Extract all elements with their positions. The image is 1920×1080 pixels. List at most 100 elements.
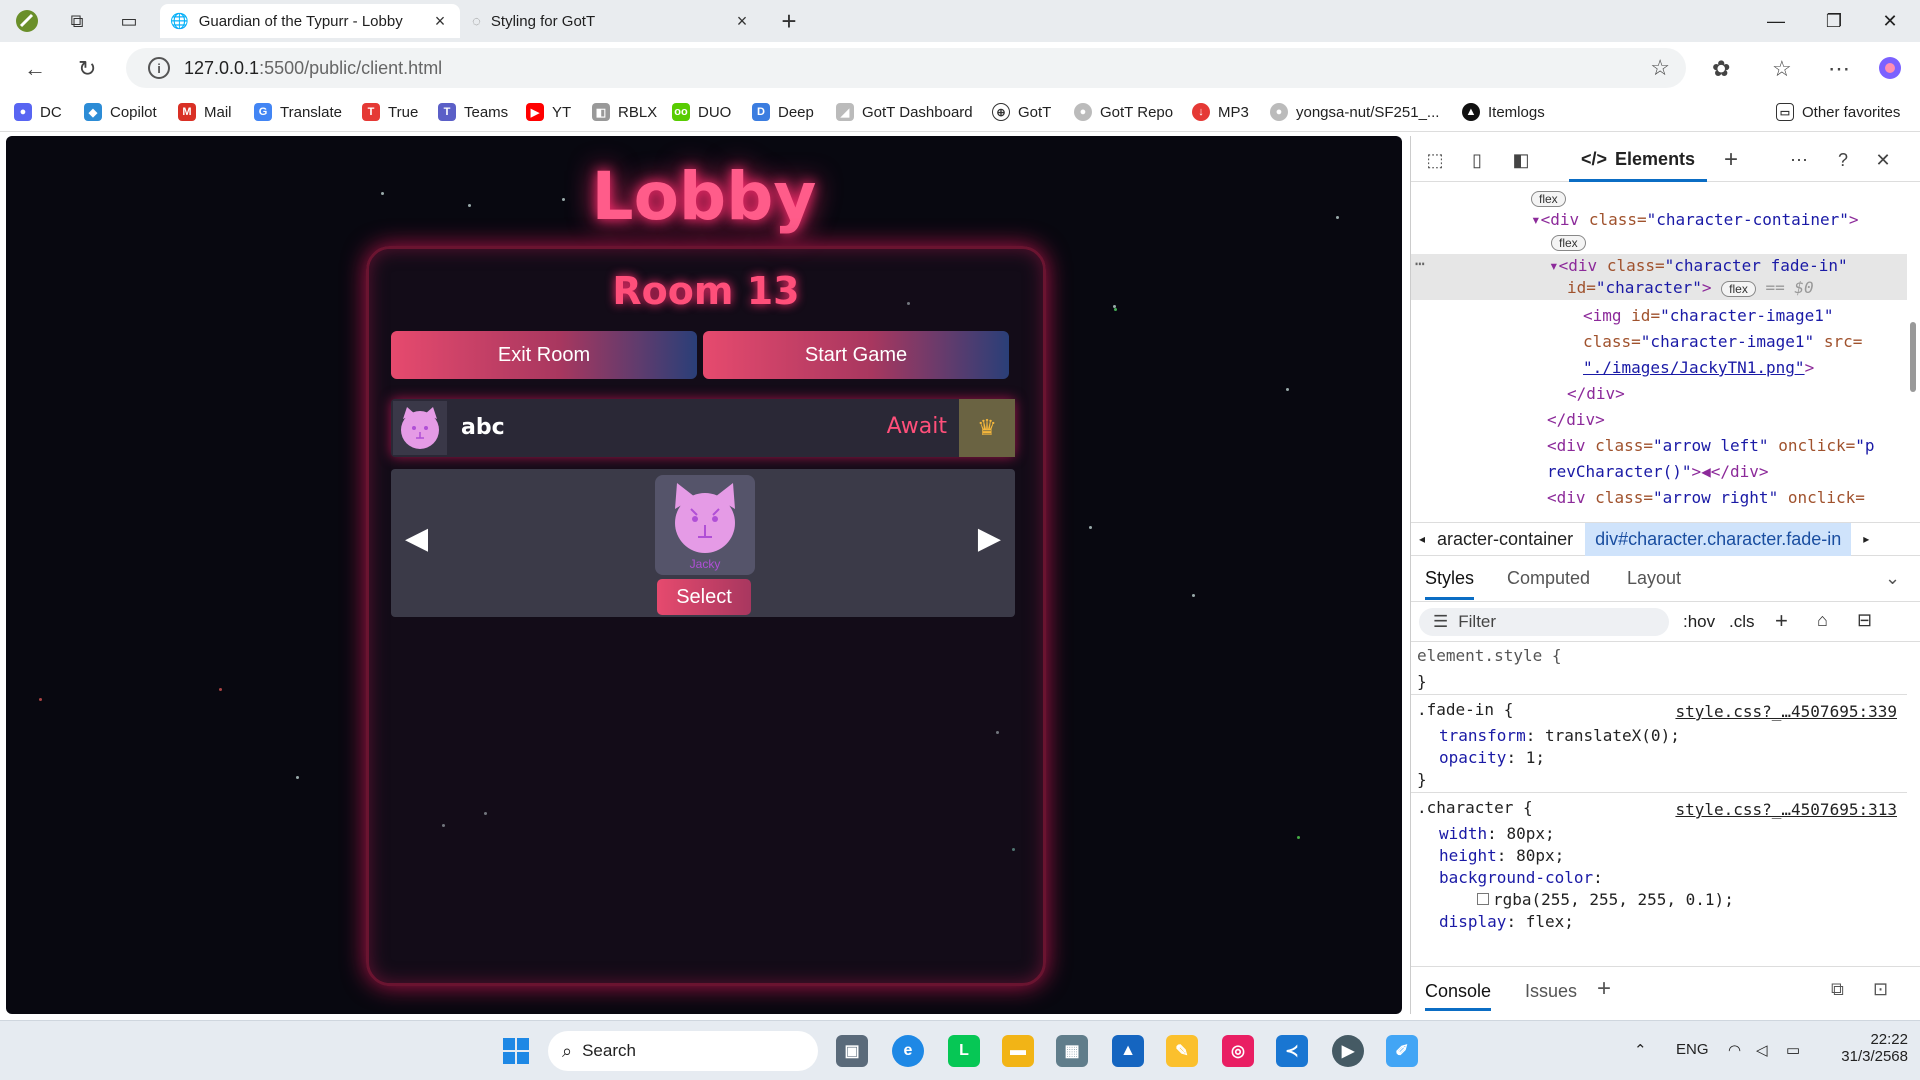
close-window-icon[interactable]: ✕ (1870, 8, 1910, 34)
close-tab-icon[interactable]: × (430, 11, 450, 32)
bookmark-yt[interactable]: ▶ YT (526, 103, 571, 121)
favorites-icon[interactable]: ☆ (1772, 56, 1792, 82)
dom-node[interactable]: <img id="character-image1" (1583, 306, 1833, 325)
bookmark-gott-repo[interactable]: ● GotT Repo (1074, 103, 1173, 121)
bookmark-teams[interactable]: T Teams (438, 103, 508, 121)
language-indicator[interactable]: ENG (1676, 1041, 1709, 1058)
device-toolbar-icon[interactable]: ▯ (1465, 148, 1489, 172)
css-property[interactable]: opacity (1439, 748, 1506, 767)
bookmark-mail[interactable]: M Mail (178, 103, 232, 121)
back-icon[interactable]: ← (24, 56, 46, 82)
paint-icon[interactable]: ⌂ (1817, 610, 1828, 631)
tab-layout[interactable]: Layout (1627, 568, 1681, 589)
hov-toggle[interactable]: :hov (1683, 612, 1715, 632)
line-icon[interactable]: L (948, 1035, 980, 1067)
file-explorer-icon[interactable]: ▬ (1002, 1035, 1034, 1067)
battery-icon[interactable]: ▭ (1786, 1041, 1800, 1059)
address-bar[interactable]: i 127.0.0.1:5500/public/client.html ☆ (126, 48, 1686, 88)
dom-node[interactable]: ▾<div class="character-container"> (1531, 210, 1859, 229)
tab-actions-icon[interactable]: ▭ (116, 8, 142, 34)
bookmark-itemlogs[interactable]: ▲ Itemlogs (1462, 103, 1545, 121)
close-devtools-icon[interactable]: ✕ (1871, 148, 1895, 172)
vscode-icon[interactable]: ≺ (1276, 1035, 1308, 1067)
bookmark-copilot[interactable]: ◆ Copilot (84, 103, 157, 121)
css-property[interactable]: height (1439, 846, 1497, 865)
css-property[interactable]: width (1439, 824, 1487, 843)
fade-in-selector[interactable]: .fade-in { (1417, 700, 1513, 719)
image-src-link[interactable]: "./images/JackyTN1.png" (1583, 358, 1805, 377)
arrow-right-button[interactable]: ▶ (978, 521, 1001, 556)
tray-chevron-icon[interactable]: ⌃ (1634, 1041, 1647, 1059)
restore-icon[interactable]: ❐ (1814, 8, 1854, 34)
flex-badge[interactable]: flex (1721, 281, 1756, 297)
refresh-icon[interactable]: ↻ (78, 56, 96, 82)
filter-input[interactable]: ☰ Filter (1419, 608, 1669, 636)
new-tab-icon[interactable]: + (776, 6, 802, 36)
edge-icon[interactable]: e (892, 1035, 924, 1067)
css-property[interactable]: display (1439, 912, 1506, 931)
start-button[interactable] (500, 1035, 532, 1067)
bookmark-gott-dashboard[interactable]: ◢ GotT Dashboard (836, 103, 973, 121)
dom-node[interactable]: <div class="arrow right" onclick= (1547, 488, 1865, 507)
inspect-icon[interactable]: ⬚ (1423, 148, 1447, 172)
character-card[interactable]: Jacky (655, 475, 755, 575)
photos-icon[interactable]: ▲ (1112, 1035, 1144, 1067)
calculator-icon[interactable]: ▦ (1056, 1035, 1088, 1067)
dom-scrollbar[interactable] (1908, 182, 1918, 512)
tab-console[interactable]: Console (1425, 981, 1492, 1011)
character-selector-rule[interactable]: .character { (1417, 798, 1533, 817)
more-menu-icon[interactable]: ⋯ (1828, 56, 1850, 82)
wifi-icon[interactable]: ◠ (1728, 1041, 1741, 1059)
bookmark-true[interactable]: T True (362, 103, 418, 121)
source-link[interactable]: style.css?_…4507695:313 (1675, 800, 1897, 819)
expand-drawer-icon[interactable]: ⊡ (1873, 979, 1888, 1000)
new-rule-icon[interactable]: + (1775, 608, 1788, 634)
tab-issues[interactable]: Issues (1525, 981, 1577, 1002)
add-panel-icon[interactable]: + (1719, 146, 1743, 173)
color-swatch[interactable] (1477, 893, 1489, 905)
browser-profile-icon[interactable] (14, 8, 40, 34)
css-property[interactable]: background-color (1439, 868, 1593, 887)
tab-elements[interactable]: </> Elements (1569, 140, 1708, 182)
dock-icon[interactable]: ◧ (1509, 148, 1533, 172)
bookmark-deep[interactable]: D Deep (752, 103, 814, 121)
bookmark-duo[interactable]: oo DUO (672, 103, 731, 121)
undock-icon[interactable]: ⧉ (1831, 979, 1844, 1000)
chevron-down-icon[interactable]: ⌄ (1885, 568, 1900, 589)
bookmark-mp3[interactable]: ↓ MP3 (1192, 103, 1249, 121)
tab-styling[interactable]: ◌ Styling for GotT × (462, 4, 762, 38)
crumb-item[interactable]: aracter-container (1437, 529, 1573, 550)
copilot-icon[interactable] (1878, 56, 1902, 86)
crumb-scroll-right-icon[interactable]: ▸ (1863, 532, 1869, 546)
toggle-sidebar-icon[interactable]: ⊟ (1857, 610, 1872, 631)
tab-computed[interactable]: Computed (1507, 568, 1590, 589)
tab-lobby[interactable]: 🌐 Guardian of the Typurr - Lobby × (160, 4, 460, 38)
start-game-button[interactable]: Start Game (703, 331, 1009, 379)
more-icon[interactable]: ⋯ (1787, 148, 1811, 172)
help-icon[interactable]: ? (1831, 148, 1855, 172)
task-view-icon[interactable]: ▣ (836, 1035, 868, 1067)
media-player-icon[interactable]: ▶ (1332, 1035, 1364, 1067)
css-property[interactable]: transform (1439, 726, 1526, 745)
dom-node-selected[interactable]: ⋯ ▾<div class="character fade-in" id="ch… (1411, 254, 1907, 300)
exit-room-button[interactable]: Exit Room (391, 331, 697, 379)
element-style-rule[interactable]: element.style { (1417, 646, 1562, 665)
tab-styles[interactable]: Styles (1425, 568, 1475, 600)
clock[interactable]: 22:22 31/3/2568 (1828, 1031, 1908, 1065)
bookmark-dc[interactable]: ● DC (14, 103, 62, 121)
paint-app-icon[interactable]: ✐ (1386, 1035, 1418, 1067)
sticky-notes-icon[interactable]: ✎ (1166, 1035, 1198, 1067)
workspaces-icon[interactable]: ⧉ (64, 8, 90, 34)
dom-node[interactable]: <div class="arrow left" onclick="p (1547, 436, 1875, 455)
bookmark-rblx[interactable]: ◧ RBLX (592, 103, 657, 121)
other-favorites[interactable]: ▭ Other favorites (1776, 103, 1900, 121)
crumb-item-selected[interactable]: div#character.character.fade-in (1585, 522, 1852, 556)
arrow-left-button[interactable]: ◀ (405, 521, 428, 556)
bookmark-gott[interactable]: ⊕ GotT (992, 103, 1051, 121)
favorite-star-icon[interactable]: ☆ (1650, 55, 1670, 81)
crumb-scroll-left-icon[interactable]: ◂ (1419, 532, 1425, 546)
add-drawer-tab-icon[interactable]: + (1597, 975, 1611, 1003)
select-button[interactable]: Select (657, 579, 751, 615)
close-tab-icon[interactable]: × (732, 11, 752, 32)
bookmark-yongsa[interactable]: ● yongsa-nut/SF251_... (1270, 103, 1439, 121)
